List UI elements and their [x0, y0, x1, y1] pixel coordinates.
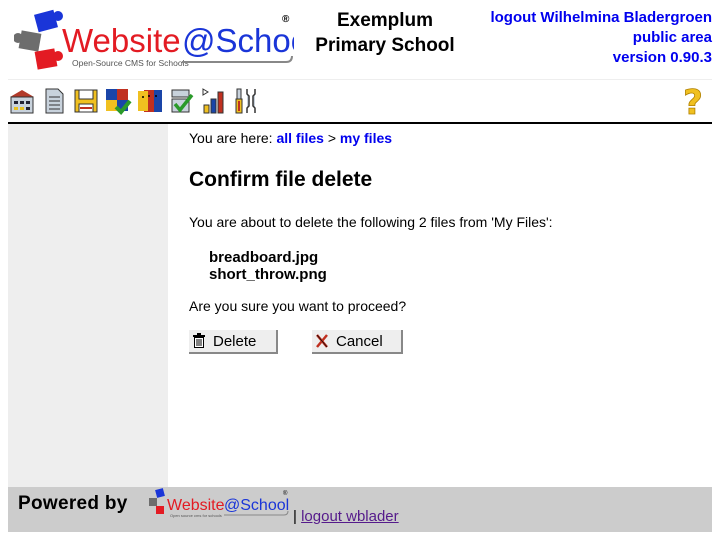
account-manager-icon[interactable]: [136, 86, 164, 116]
svg-text:@School: @School: [182, 22, 294, 59]
svg-text:®: ®: [282, 14, 290, 25]
puzzle-pieces-icon: [149, 488, 165, 514]
svg-text:Open source cms for schools: Open source cms for schools: [170, 513, 222, 518]
svg-text:Website: Website: [62, 22, 181, 59]
help-icon[interactable]: ?: [678, 84, 708, 118]
sidebar: [8, 124, 168, 487]
tools-icon[interactable]: [232, 86, 260, 116]
svg-text:?: ?: [683, 84, 703, 118]
header: Website @School Open-Source CMS for Scho…: [8, 0, 712, 78]
site-title: Exemplum Primary School: [315, 10, 455, 56]
breadcrumb-my-files[interactable]: my files: [340, 130, 392, 146]
delete-button[interactable]: Delete: [189, 330, 278, 354]
powered-by-text: Powered by: [18, 493, 128, 514]
cancel-button-label: Cancel: [336, 332, 383, 350]
modules-icon[interactable]: [104, 86, 132, 116]
svg-text:@School: @School: [224, 497, 289, 514]
file-manager-icon[interactable]: [72, 86, 100, 116]
page-title: Confirm file delete: [189, 168, 373, 191]
footer-logo[interactable]: Website @School Open source cms for scho…: [146, 487, 290, 523]
cancel-x-icon: [316, 334, 328, 348]
trash-icon: [193, 333, 205, 348]
delete-button-label: Delete: [213, 332, 257, 350]
breadcrumb-all-files[interactable]: all files: [276, 130, 323, 146]
confirm-question: Are you sure you want to proceed?: [189, 298, 407, 314]
file-item: breadboard.jpg: [209, 249, 319, 266]
cancel-button[interactable]: Cancel: [312, 330, 403, 354]
public-area-link[interactable]: public area: [490, 28, 712, 48]
configuration-wizard-icon[interactable]: [168, 86, 196, 116]
page-manager-icon[interactable]: [40, 86, 68, 116]
button-row: Delete Cancel: [189, 330, 709, 354]
file-item: short_throw.png: [209, 266, 327, 283]
svg-text:Open-Source CMS for Schools: Open-Source CMS for Schools: [72, 58, 189, 68]
logout-link[interactable]: logout Wilhelmina Bladergroen: [490, 8, 712, 28]
delete-intro-text: You are about to delete the following 2 …: [189, 214, 553, 230]
puzzle-pieces-icon: [14, 9, 63, 70]
footer: Powered by Website @School Open source c…: [8, 487, 712, 532]
main-content: You are here: all files > my files Confi…: [189, 124, 709, 354]
breadcrumb: You are here: all files > my files: [189, 130, 709, 147]
statistics-icon[interactable]: [200, 86, 228, 116]
footer-logout-link[interactable]: logout wblader: [301, 508, 399, 525]
svg-text:Website: Website: [167, 497, 225, 514]
version-link[interactable]: version 0.90.3: [490, 48, 712, 68]
file-list: breadboard.jpg short_throw.png: [209, 249, 709, 283]
footer-links: | logout wblader: [293, 508, 399, 525]
start-center-icon[interactable]: [8, 86, 36, 116]
svg-text:®: ®: [283, 490, 288, 497]
website-at-school-logo[interactable]: Website @School Open-Source CMS for Scho…: [14, 8, 294, 74]
header-links: logout Wilhelmina Bladergroen public are…: [490, 8, 712, 68]
breadcrumb-prefix: You are here:: [189, 130, 273, 146]
toolbar: ?: [8, 80, 712, 122]
footer-separator: |: [293, 508, 297, 525]
breadcrumb-separator: >: [327, 130, 336, 146]
